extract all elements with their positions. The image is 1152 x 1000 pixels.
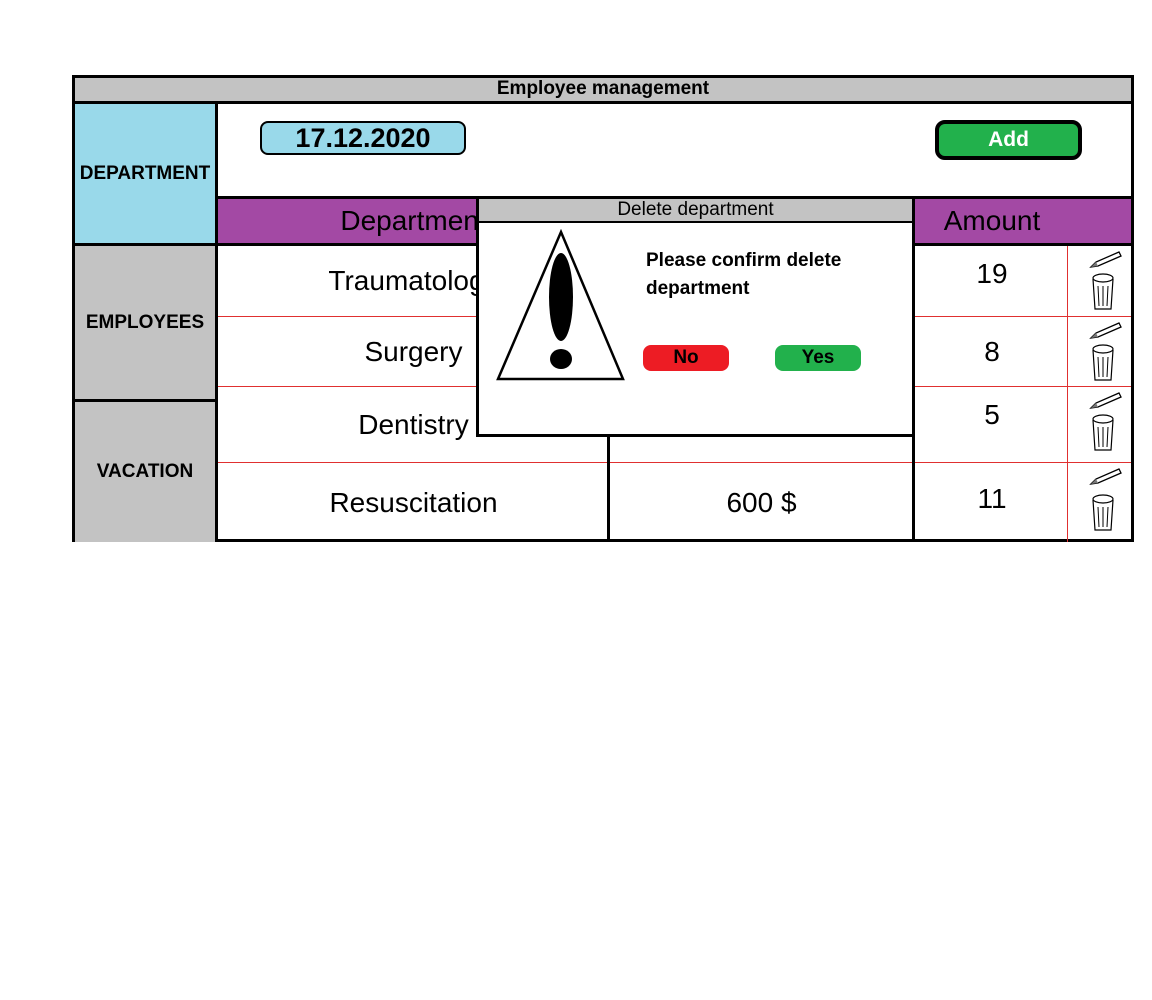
delete-department-dialog: Delete department Please confirm delete … bbox=[476, 196, 915, 437]
department-amount: 5 bbox=[984, 399, 1000, 430]
department-amount: 11 bbox=[977, 483, 1007, 514]
department-name: Resuscitation bbox=[329, 486, 498, 518]
window-title: Employee management bbox=[75, 78, 1131, 104]
dialog-message: Please confirm delete department bbox=[646, 250, 842, 299]
pencil-icon[interactable] bbox=[1088, 467, 1124, 487]
column-header-amount: Amount bbox=[943, 205, 1041, 236]
row-actions bbox=[1070, 246, 1131, 316]
row-actions bbox=[1070, 463, 1131, 542]
yes-button[interactable]: Yes bbox=[775, 345, 861, 371]
pencil-icon[interactable] bbox=[1088, 321, 1124, 341]
sidebar-item-vacation[interactable]: VACATION bbox=[75, 402, 218, 542]
sidebar-item-department[interactable]: DEPARTMENT bbox=[75, 104, 218, 246]
department-amount: 19 bbox=[976, 258, 1008, 289]
dialog-title: Delete department bbox=[479, 199, 912, 223]
pencil-icon[interactable] bbox=[1088, 391, 1124, 411]
trash-icon[interactable] bbox=[1088, 343, 1118, 383]
row-actions bbox=[1070, 317, 1131, 386]
row-actions bbox=[1070, 387, 1131, 462]
warning-icon bbox=[496, 229, 625, 381]
trash-icon[interactable] bbox=[1088, 493, 1118, 533]
no-button[interactable]: No bbox=[643, 345, 729, 371]
department-amount: 8 bbox=[984, 335, 1000, 367]
date-field[interactable]: 17.12.2020 bbox=[260, 121, 466, 155]
column-divider bbox=[1067, 246, 1068, 542]
table-row[interactable]: Resuscitation 600 $ 11 bbox=[218, 463, 1131, 542]
pencil-icon[interactable] bbox=[1088, 250, 1124, 270]
add-button[interactable]: Add bbox=[935, 120, 1082, 160]
trash-icon[interactable] bbox=[1088, 272, 1118, 312]
department-salary: 600 $ bbox=[726, 486, 797, 518]
sidebar-item-employees[interactable]: EMPLOYEES bbox=[75, 246, 218, 402]
trash-icon[interactable] bbox=[1088, 413, 1118, 453]
